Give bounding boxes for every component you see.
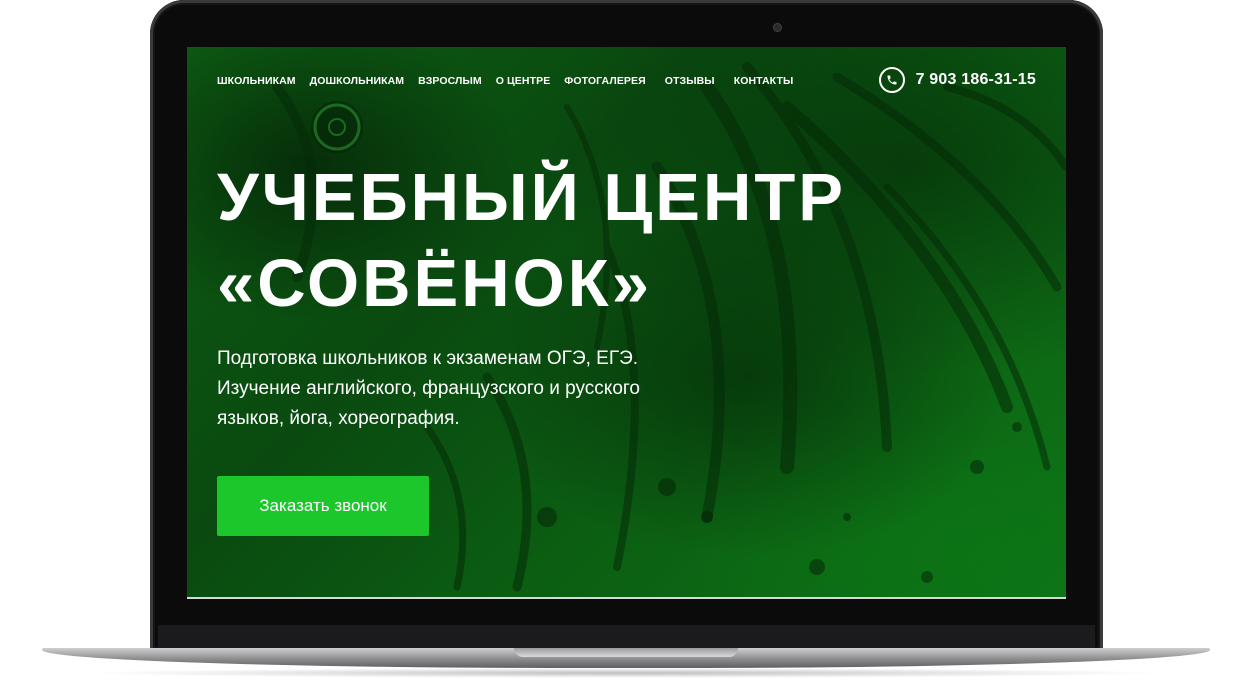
phone-icon[interactable] [878,67,905,93]
phone-glyph-icon [887,75,897,85]
nav-item-contacts[interactable]: КОНТАКТЫ [734,75,794,87]
main-nav: ШКОЛЬНИКАМ ДОШКОЛЬНИКАМ ВЗРОСЛЫМ О ЦЕНТР… [217,75,807,87]
hero-subtitle-line1: Подготовка школьников к экзаменам ОГЭ, Е… [217,348,639,369]
website-screen: ШКОЛЬНИКАМ ДОШКОЛЬНИКАМ ВЗРОСЛЫМ О ЦЕНТР… [187,47,1066,599]
nav-item-gallery[interactable]: ФОТОГАЛЕРЕЯ [564,75,645,87]
laptop-shadow [80,668,1170,678]
screen-bottom-edge [187,597,1066,599]
hero-subtitle-line2: Изучение английского, французского и рус… [217,378,640,399]
camera-icon [774,24,781,31]
hero-subtitle-line3: языков, йога, хореография. [217,408,460,429]
order-call-button[interactable]: Заказать звонок [217,476,429,536]
laptop-bezel [158,625,1095,648]
hero-title: УЧЕБНЫЙ ЦЕНТР «СОВЁНОК» [217,155,846,327]
phone-number[interactable]: 7 903 186-31-15 [916,71,1036,89]
hero-title-line1: УЧЕБНЫЙ ЦЕНТР [217,160,846,235]
hero-title-line2: «СОВЁНОК» [217,246,652,321]
laptop-notch [514,648,738,657]
hero-subtitle: Подготовка школьников к экзаменам ОГЭ, Е… [217,344,717,434]
nav-item-schoolchildren[interactable]: ШКОЛЬНИКАМ [217,75,296,87]
nav-item-preschoolers[interactable]: ДОШКОЛЬНИКАМ [310,75,405,87]
nav-item-reviews[interactable]: ОТЗЫВЫ [665,75,715,87]
nav-item-adults[interactable]: ВЗРОСЛЫМ [418,75,482,87]
nav-item-about[interactable]: О ЦЕНТРЕ [496,75,551,87]
phone-contact: 7 903 186-31-15 [878,67,1036,93]
